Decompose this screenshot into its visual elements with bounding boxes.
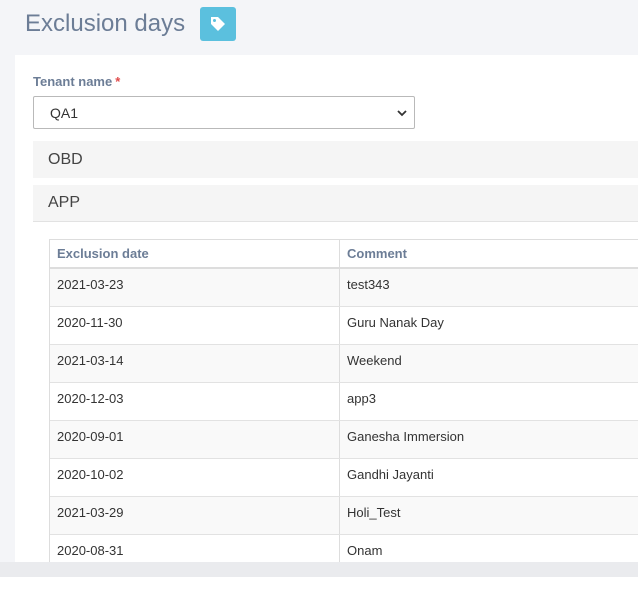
page: Exclusion days Tenant name* QA1 OBD APP (0, 0, 638, 591)
accordion-obd-label: OBD (48, 150, 83, 168)
table-row[interactable]: 2021-03-29 Holi_Test (50, 497, 638, 535)
exclusion-date-cell: 2020-09-01 (50, 421, 340, 458)
exclusion-date-cell: 2020-12-03 (50, 383, 340, 420)
accordion-app[interactable]: APP (33, 185, 638, 222)
table-row[interactable]: 2021-03-23 test343 (50, 269, 638, 307)
tag-button[interactable] (200, 7, 237, 41)
tenant-name-value: QA1 (50, 104, 79, 121)
tag-icon (211, 17, 226, 31)
table-row[interactable]: 2020-09-01 Ganesha Immersion (50, 421, 638, 459)
exclusion-date-cell: 2021-03-14 (50, 345, 340, 382)
comment-cell: app3 (347, 391, 376, 406)
comment-cell: test343 (347, 277, 390, 292)
page-title: Exclusion days (25, 10, 186, 37)
comment-cell: Ganesha Immersion (347, 429, 465, 444)
comment-cell: Gandhi Jayanti (347, 467, 434, 482)
exclusion-date-cell: 2021-03-23 (50, 269, 340, 306)
exclusion-date-cell: 2020-08-31 (50, 535, 340, 562)
comment-cell: Holi_Test (347, 505, 401, 520)
exclusion-date-cell: 2021-03-29 (50, 497, 340, 534)
chevron-down-icon (397, 110, 407, 117)
comment-cell: Guru Nanak Day (347, 315, 444, 330)
accordion-app-label: APP (48, 194, 81, 211)
table-row[interactable]: 2020-12-03 app3 (50, 383, 638, 421)
table-row[interactable]: 2020-08-31 Onam (50, 535, 638, 562)
exclusion-date-cell: 2020-10-02 (50, 459, 340, 496)
column-header-comment[interactable]: Comment (340, 240, 638, 267)
accordion-obd[interactable]: OBD (33, 141, 638, 178)
table-header-row: Exclusion date Comment (50, 239, 638, 269)
comment-cell: Weekend (347, 353, 402, 368)
main-panel: Tenant name * QA1 OBD APP Exclusion date … (15, 55, 638, 562)
table-row[interactable]: 2020-11-30 Guru Nanak Day (50, 307, 638, 345)
exclusion-table: Exclusion date Comment 2021-03-23 test34… (49, 239, 638, 562)
column-header-exclusion-date[interactable]: Exclusion date (50, 240, 340, 267)
required-marker: * (115, 74, 121, 89)
table-row[interactable]: 2020-10-02 Gandhi Jayanti (50, 459, 638, 497)
comment-cell: Onam (347, 543, 383, 558)
table-row[interactable]: 2021-03-14 Weekend (50, 345, 638, 383)
exclusion-date-cell: 2020-11-30 (50, 307, 340, 344)
tenant-name-label: Tenant name * (33, 74, 120, 89)
title-row: Exclusion days (25, 7, 237, 41)
tenant-name-label-text: Tenant name (33, 74, 113, 89)
horizontal-scrollbar[interactable] (0, 562, 638, 577)
tenant-name-select[interactable]: QA1 (33, 96, 415, 129)
